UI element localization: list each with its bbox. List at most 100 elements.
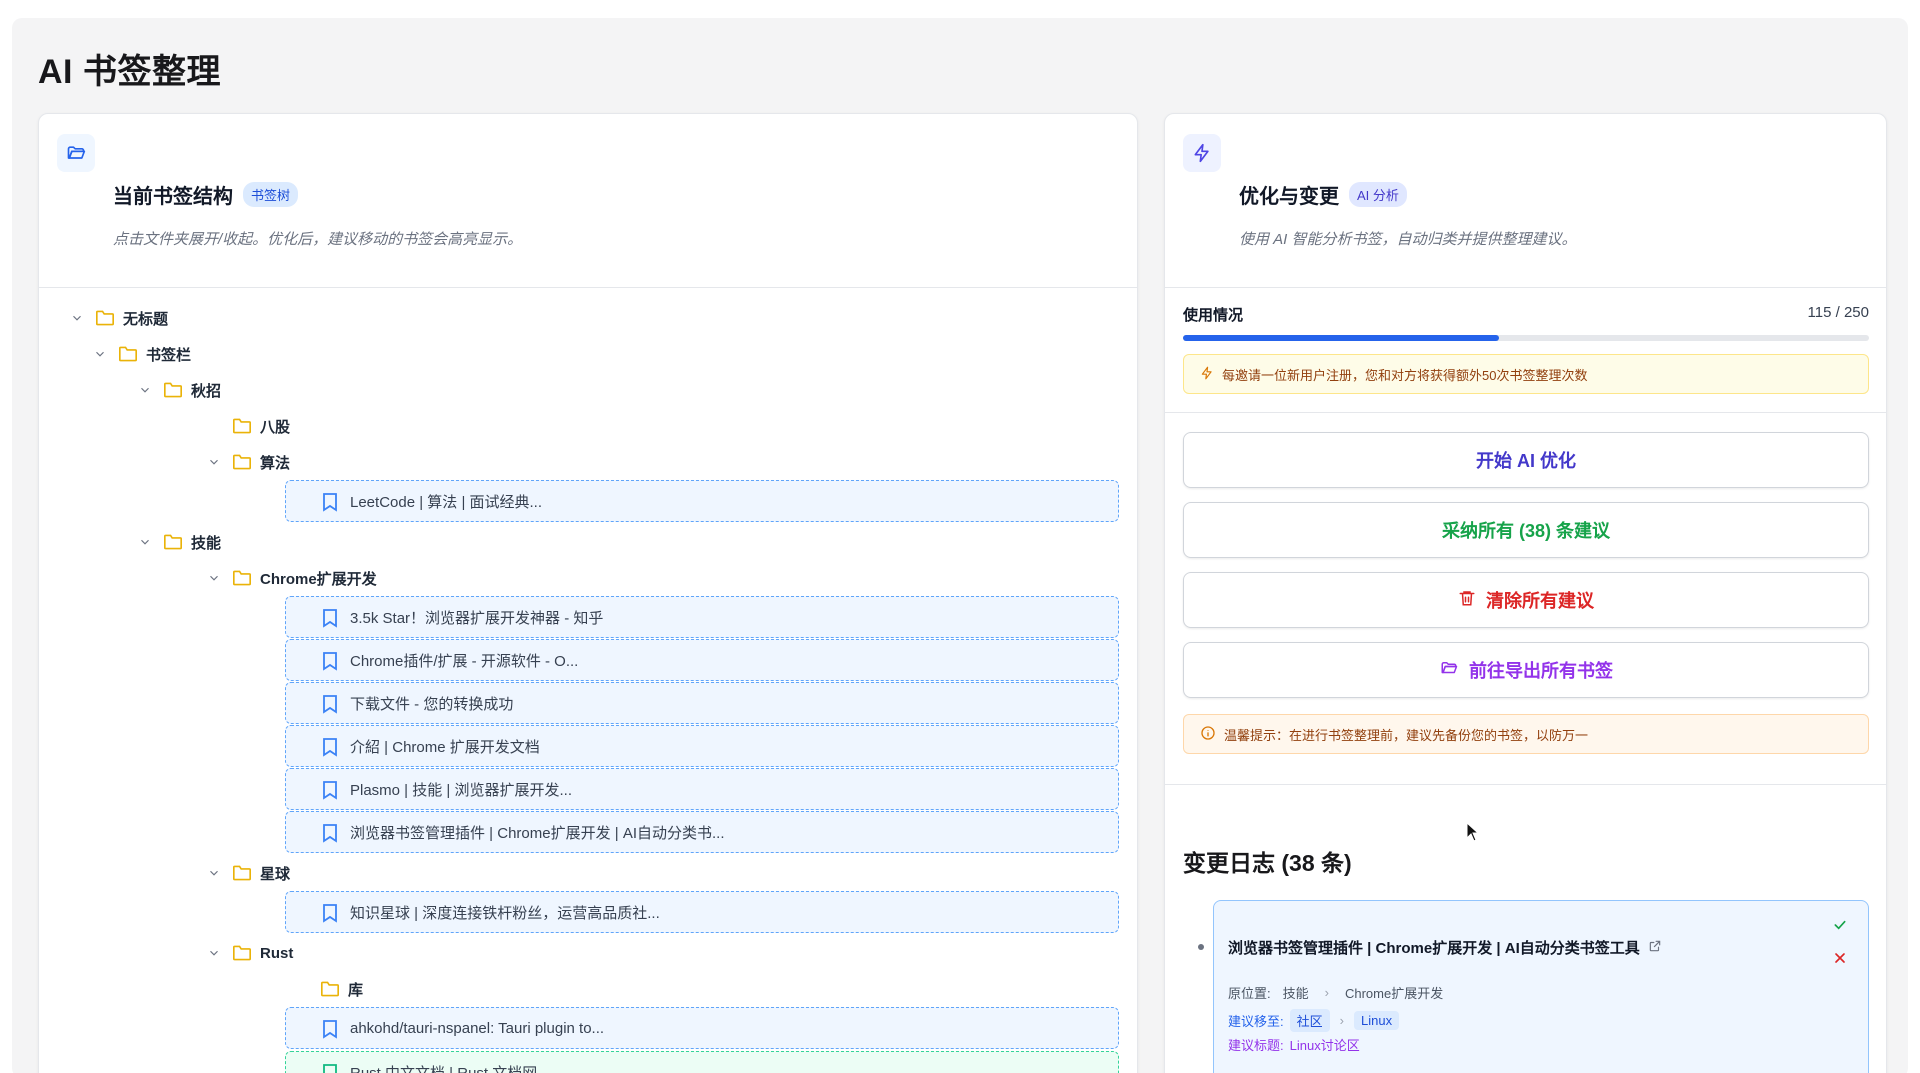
backup-warning-text: 温馨提示：在进行书签整理前，建议先备份您的书签，以防万一	[1224, 727, 1589, 743]
bookmark-item[interactable]: ahkohd/tauri-nspanel: Tauri plugin to...	[285, 1007, 1119, 1049]
bookmark-item[interactable]: 下载文件 - 您的转换成功	[285, 682, 1119, 724]
bookmark-item[interactable]: 3.5k Star！浏览器扩展开发神器 - 知乎	[285, 596, 1119, 638]
chevron-down-icon[interactable]	[206, 945, 222, 961]
backup-warning: 温馨提示：在进行书签整理前，建议先备份您的书签，以防万一	[1183, 714, 1869, 754]
bookmark-icon	[322, 823, 338, 847]
lightning-icon	[1183, 134, 1221, 172]
bookmark-item[interactable]: 介紹 | Chrome 扩展开发文档	[285, 725, 1119, 767]
bookmark-label: 介紹 | Chrome 扩展开发文档	[350, 738, 540, 756]
bookmark-icon	[322, 1019, 338, 1043]
entry-actions	[1832, 917, 1848, 971]
folder-icon	[232, 864, 252, 882]
bookmark-icon	[322, 651, 338, 675]
bookmark-label: ahkohd/tauri-nspanel: Tauri plugin to...	[350, 1019, 605, 1037]
bookmark-icon	[322, 492, 338, 516]
bookmark-icon	[322, 737, 338, 761]
optimization-panel: 优化与变更 AI 分析 使用 AI 智能分析书签，自动归类并提供整理建议。 使用…	[1164, 113, 1887, 1073]
panel-badge: 书签树	[243, 182, 299, 207]
chevron-down-icon[interactable]	[206, 454, 222, 470]
suggested-location-label: 建议移至:	[1228, 1014, 1284, 1029]
folder-icon	[232, 453, 252, 471]
entry-title: 浏览器书签管理插件 | Chrome扩展开发 | AI自动分类书签工具	[1228, 937, 1662, 958]
suggested-title-value: Linux讨论区	[1289, 1038, 1360, 1053]
folder-icon	[232, 417, 252, 435]
chevron-down-icon[interactable]	[137, 382, 153, 398]
chevron-down-icon[interactable]	[206, 570, 222, 586]
close-icon[interactable]	[1832, 950, 1848, 971]
bookmark-icon	[322, 608, 338, 632]
chevron-down-icon[interactable]	[206, 865, 222, 881]
usage-section: 使用情况 115 / 250	[1183, 304, 1869, 341]
check-icon[interactable]	[1832, 917, 1848, 938]
panel-title-group: 优化与变更 AI 分析	[1239, 180, 1407, 209]
change-log-entry[interactable]: 浏览器书签管理插件 | Chrome扩展开发 | AI自动分类书签工具 原位置:…	[1213, 900, 1869, 1073]
tree-folder[interactable]: 库	[320, 971, 363, 1007]
folder-icon	[95, 309, 115, 327]
bookmark-label: 知识星球 | 深度连接铁杆粉丝，运营高品质社...	[350, 904, 660, 922]
tree-folder[interactable]: 秋招	[137, 372, 221, 408]
suggested-title-label: 建议标题:	[1228, 1038, 1284, 1053]
folder-label: Chrome扩展开发	[260, 570, 377, 588]
folder-label: 八股	[260, 418, 291, 436]
bookmark-icon	[322, 1063, 338, 1073]
external-link-icon[interactable]	[1648, 939, 1662, 957]
chevron-down-icon[interactable]	[69, 310, 85, 326]
tree-folder[interactable]: 算法	[206, 444, 290, 480]
divider	[1165, 784, 1886, 785]
bookmark-label: Plasmo | 技能 | 浏览器扩展开发...	[350, 781, 572, 799]
usage-label: 使用情况	[1183, 307, 1244, 324]
folder-open-icon	[57, 134, 95, 172]
tree-folder[interactable]: Rust	[206, 935, 293, 971]
bookmark-item[interactable]: Rust 中文文档 | Rust 文档网	[285, 1051, 1119, 1073]
panel-description: 使用 AI 智能分析书签，自动归类并提供整理建议。	[1239, 231, 1577, 248]
bookmark-label: Rust 中文文档 | Rust 文档网	[350, 1064, 538, 1073]
chevron-right-icon: ›	[1339, 1013, 1344, 1028]
bookmark-label: 3.5k Star！浏览器扩展开发神器 - 知乎	[350, 609, 604, 627]
panel-header: 当前书签结构 书签树 点击文件夹展开/收起。优化后，建议移动的书签会高亮显示。	[39, 114, 1137, 288]
path-segment: 技能	[1282, 986, 1309, 1001]
invite-notice-text: 每邀请一位新用户注册，您和对方将获得额外50次书签整理次数	[1222, 367, 1588, 383]
tree-folder[interactable]: 技能	[137, 524, 221, 560]
export-bookmarks-button[interactable]: 前往导出所有书签	[1183, 642, 1869, 698]
bookmark-item[interactable]: 知识星球 | 深度连接铁杆粉丝，运营高品质社...	[285, 891, 1119, 933]
path-segment: 社区	[1289, 1009, 1330, 1032]
folder-icon	[232, 569, 252, 587]
original-location-label: 原位置:	[1228, 986, 1271, 1001]
chevron-down-icon[interactable]	[92, 346, 108, 362]
button-label: 采纳所有 (38) 条建议	[1441, 521, 1610, 541]
tree-folder[interactable]: Chrome扩展开发	[206, 560, 377, 596]
folder-icon	[320, 980, 340, 998]
bookmark-label: 下载文件 - 您的转换成功	[350, 695, 514, 713]
list-bullet	[1198, 944, 1204, 950]
lightning-icon	[1200, 365, 1214, 384]
panel-description: 点击文件夹展开/收起。优化后，建议移动的书签会高亮显示。	[113, 231, 523, 248]
clear-all-button[interactable]: 清除所有建议	[1183, 572, 1869, 628]
mouse-cursor-icon	[1466, 821, 1480, 847]
panel-header: 优化与变更 AI 分析 使用 AI 智能分析书签，自动归类并提供整理建议。	[1165, 114, 1886, 288]
original-location: 原位置: 技能 › Chrome扩展开发	[1228, 983, 1443, 1002]
panel-title-group: 当前书签结构 书签树	[113, 180, 299, 209]
bookmark-item[interactable]: Plasmo | 技能 | 浏览器扩展开发...	[285, 768, 1119, 810]
path-segment: Chrome扩展开发	[1344, 986, 1444, 1001]
bookmark-item[interactable]: 浏览器书签管理插件 | Chrome扩展开发 | AI自动分类书...	[285, 811, 1119, 853]
folder-label: 技能	[191, 534, 222, 552]
page-title: AI 书签整理	[38, 53, 221, 91]
folder-label: 算法	[260, 454, 291, 472]
chevron-down-icon[interactable]	[137, 534, 153, 550]
folder-label: 星球	[260, 865, 291, 883]
bookmark-item[interactable]: Chrome插件/扩展 - 开源软件 - O...	[285, 639, 1119, 681]
path-segment: Linux	[1353, 1011, 1400, 1030]
start-ai-optimize-button[interactable]: 开始 AI 优化	[1183, 432, 1869, 488]
tree-folder[interactable]: 书签栏	[92, 336, 191, 372]
tree-folder[interactable]: 无标题	[69, 300, 168, 336]
tree-folder[interactable]: 星球	[206, 855, 290, 891]
invite-notice: 每邀请一位新用户注册，您和对方将获得额外50次书签整理次数	[1183, 354, 1869, 394]
bookmark-label: 浏览器书签管理插件 | Chrome扩展开发 | AI自动分类书...	[350, 824, 725, 842]
panel-title: 当前书签结构	[113, 186, 233, 208]
bookmark-icon	[322, 694, 338, 718]
bookmark-item[interactable]: LeetCode | 算法 | 面试经典...	[285, 480, 1119, 522]
tree-folder[interactable]: 八股	[232, 408, 290, 444]
folder-label: 无标题	[123, 310, 169, 328]
bookmark-icon	[322, 903, 338, 927]
accept-all-button[interactable]: 采纳所有 (38) 条建议	[1183, 502, 1869, 558]
